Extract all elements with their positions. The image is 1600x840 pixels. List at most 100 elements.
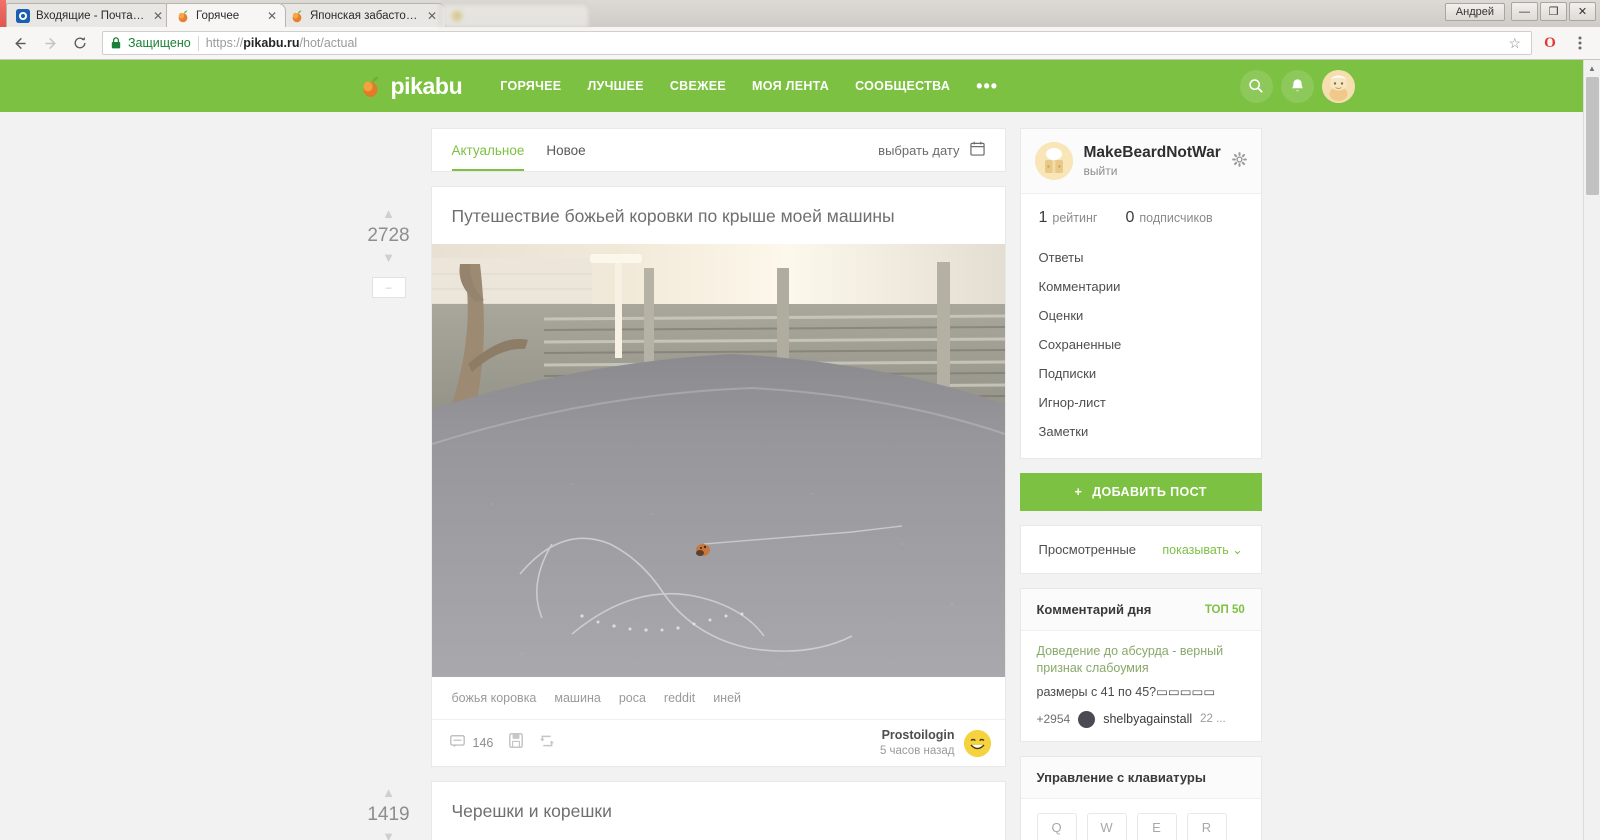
nav-item-best[interactable]: ЛУЧШЕЕ	[587, 79, 643, 93]
lock-icon	[111, 37, 121, 49]
post-image[interactable]	[431, 244, 1005, 677]
repost-button[interactable]	[539, 734, 555, 753]
scrollbar-thumb[interactable]	[1586, 77, 1599, 195]
tab-aktualnoe[interactable]: Актуальное	[451, 129, 524, 171]
sidebar-item-otvety[interactable]: Ответы	[1021, 243, 1261, 272]
nav-item-fresh[interactable]: СВЕЖЕЕ	[670, 79, 726, 93]
sidebar-item-ocenki[interactable]: Оценки	[1021, 301, 1261, 330]
upvote-icon[interactable]: ▲	[360, 786, 418, 800]
search-icon[interactable]	[1239, 69, 1273, 103]
sidebar-item-zametki[interactable]: Заметки	[1021, 417, 1261, 446]
key-e[interactable]: E	[1136, 812, 1177, 840]
pikabu-logo-icon	[359, 75, 382, 98]
window-minimize-button[interactable]: —	[1511, 2, 1538, 21]
key-r[interactable]: R	[1186, 812, 1227, 840]
browser-tab-pikabu-hot[interactable]: Горячее ✕	[166, 3, 286, 27]
notifications-bell-icon[interactable]	[1280, 69, 1314, 103]
address-bar[interactable]: Защищено https://pikabu.ru/hot/actual ☆	[102, 31, 1532, 55]
feed-column: Актуальное Новое выбрать дату ▲ 2728 ▼ –…	[367, 128, 1006, 840]
calendar-icon[interactable]	[969, 141, 985, 159]
add-post-label: ДОБАВИТЬ ПОСТ	[1092, 485, 1207, 499]
tab-novoe[interactable]: Новое	[546, 129, 585, 171]
save-button[interactable]	[509, 733, 524, 753]
comments-button[interactable]: 146	[449, 735, 493, 751]
viewed-toggle[interactable]: показывать ⌄	[1162, 542, 1242, 557]
browser-tab-japan-strike[interactable]: Японская забастовка ✕	[280, 3, 446, 27]
keyboard-title: Управление с клавиатуры	[1036, 769, 1206, 785]
tab-title: Горячее	[196, 9, 240, 22]
forward-button[interactable]	[38, 31, 62, 55]
browser-profile-button[interactable]: Андрей	[1444, 2, 1505, 21]
tab-close-icon[interactable]: ✕	[427, 10, 437, 22]
rating-value: 1	[1038, 209, 1048, 226]
back-button[interactable]	[8, 31, 32, 55]
date-picker[interactable]: выбрать дату	[878, 141, 985, 159]
comment-time: 22 ...	[1200, 713, 1226, 726]
top50-badge[interactable]: ТОП 50	[1205, 604, 1245, 616]
comment-of-day-link[interactable]: Доведение до абсурда - верный признак сл…	[1037, 643, 1245, 677]
keyboard-keys: Q W E R	[1021, 799, 1261, 840]
main-nav: ГОРЯЧЕЕ ЛУЧШЕЕ СВЕЖЕЕ МОЯ ЛЕНТА СООБЩЕСТ…	[500, 77, 998, 95]
post-vote-box: ▲ 2728 ▼ –	[360, 207, 418, 298]
post-card: ▲ 1419 ▼ – Черешки и корешки Оставалось …	[367, 781, 1006, 840]
add-post-button[interactable]: + ДОБАВИТЬ ПОСТ	[1019, 473, 1262, 511]
post-title[interactable]: Путешествие божьей коровки по крыше моей…	[432, 187, 1005, 244]
nav-item-hot[interactable]: ГОРЯЧЕЕ	[500, 79, 561, 93]
page-scrollbar[interactable]: ▲	[1583, 60, 1600, 840]
tab-close-icon[interactable]: ✕	[267, 10, 277, 22]
profile-name[interactable]: MakeBeardNotWar	[1084, 144, 1221, 162]
viewed-row: Просмотренные показывать ⌄	[1021, 526, 1261, 573]
key-w[interactable]: W	[1086, 812, 1127, 840]
opera-extension-icon[interactable]: O	[1538, 31, 1562, 55]
post-tag[interactable]: божья коровка	[452, 691, 537, 705]
sidebar-item-kommentarii[interactable]: Комментарии	[1021, 272, 1261, 301]
browser-menu-button[interactable]	[1568, 31, 1592, 55]
post-tag[interactable]: reddit	[664, 691, 695, 705]
followers-stat: 0 подписчиков	[1125, 209, 1212, 227]
post-author-avatar[interactable]	[963, 729, 991, 757]
site-logo[interactable]: pikabu	[359, 73, 463, 100]
sidebar-item-podpiski[interactable]: Подписки	[1021, 359, 1261, 388]
post-title[interactable]: Черешки и корешки	[432, 782, 1005, 836]
post-tag[interactable]: машина	[554, 691, 600, 705]
window-maximize-button[interactable]: ❐	[1540, 2, 1567, 21]
profile-avatar[interactable]	[1034, 142, 1073, 180]
omnibox-right-actions: ☆	[1508, 35, 1523, 52]
reload-button[interactable]	[68, 31, 92, 55]
nav-item-my-feed[interactable]: МОЯ ЛЕНТА	[752, 79, 829, 93]
followers-value: 0	[1125, 209, 1135, 226]
sidebar-item-sohranennye[interactable]: Сохраненные	[1021, 330, 1261, 359]
blurred-icon	[451, 10, 463, 21]
sidebar-item-ignor-list[interactable]: Игнор-лист	[1021, 388, 1261, 417]
downvote-icon[interactable]: ▼	[360, 830, 418, 840]
site-header: pikabu ГОРЯЧЕЕ ЛУЧШЕЕ СВЕЖЕЕ МОЯ ЛЕНТА С…	[0, 60, 1583, 112]
post-tag[interactable]: роса	[619, 691, 646, 705]
post-author-name[interactable]: Prostoilogin	[880, 727, 955, 743]
post-card: ▲ 2728 ▼ – Путешествие божьей коровки по…	[367, 186, 1006, 767]
header-actions	[1239, 69, 1355, 103]
nav-item-communities[interactable]: СООБЩЕСТВА	[855, 79, 950, 93]
collapse-post-button[interactable]: –	[371, 277, 406, 298]
plus-icon: +	[1074, 485, 1083, 499]
user-avatar[interactable]	[1321, 69, 1355, 103]
nav-more-icon[interactable]: •••	[976, 77, 998, 95]
tab-close-icon[interactable]: ✕	[153, 10, 163, 22]
logout-link[interactable]: выйти	[1084, 164, 1221, 178]
gear-icon[interactable]	[1231, 152, 1247, 170]
browser-tab-blurred[interactable]	[440, 3, 590, 27]
comment-author-avatar[interactable]	[1078, 710, 1096, 728]
bookmark-star-icon[interactable]: ☆	[1508, 35, 1521, 52]
rating-label: рейтинг	[1052, 211, 1098, 225]
sidebar: MakeBeardNotWar выйти 1 рейтинг 0 подписчи…	[1019, 128, 1262, 840]
upvote-icon[interactable]: ▲	[360, 207, 418, 221]
key-q[interactable]: Q	[1036, 812, 1077, 840]
scroll-up-arrow-icon[interactable]: ▲	[1584, 60, 1600, 77]
post-author[interactable]: Prostoilogin 5 часов назад	[880, 727, 991, 758]
tab-title: Входящие - Почта Mail.Ru	[36, 9, 147, 22]
post-tag[interactable]: иней	[713, 691, 741, 705]
downvote-icon[interactable]: ▼	[360, 251, 418, 265]
browser-tab-mailru[interactable]: Входящие - Почта Mail.Ru ✕	[6, 3, 172, 27]
window-close-button[interactable]: ✕	[1569, 2, 1596, 21]
comment-author-name[interactable]: shelbyagainstall	[1103, 712, 1192, 726]
comment-icon	[449, 735, 465, 751]
